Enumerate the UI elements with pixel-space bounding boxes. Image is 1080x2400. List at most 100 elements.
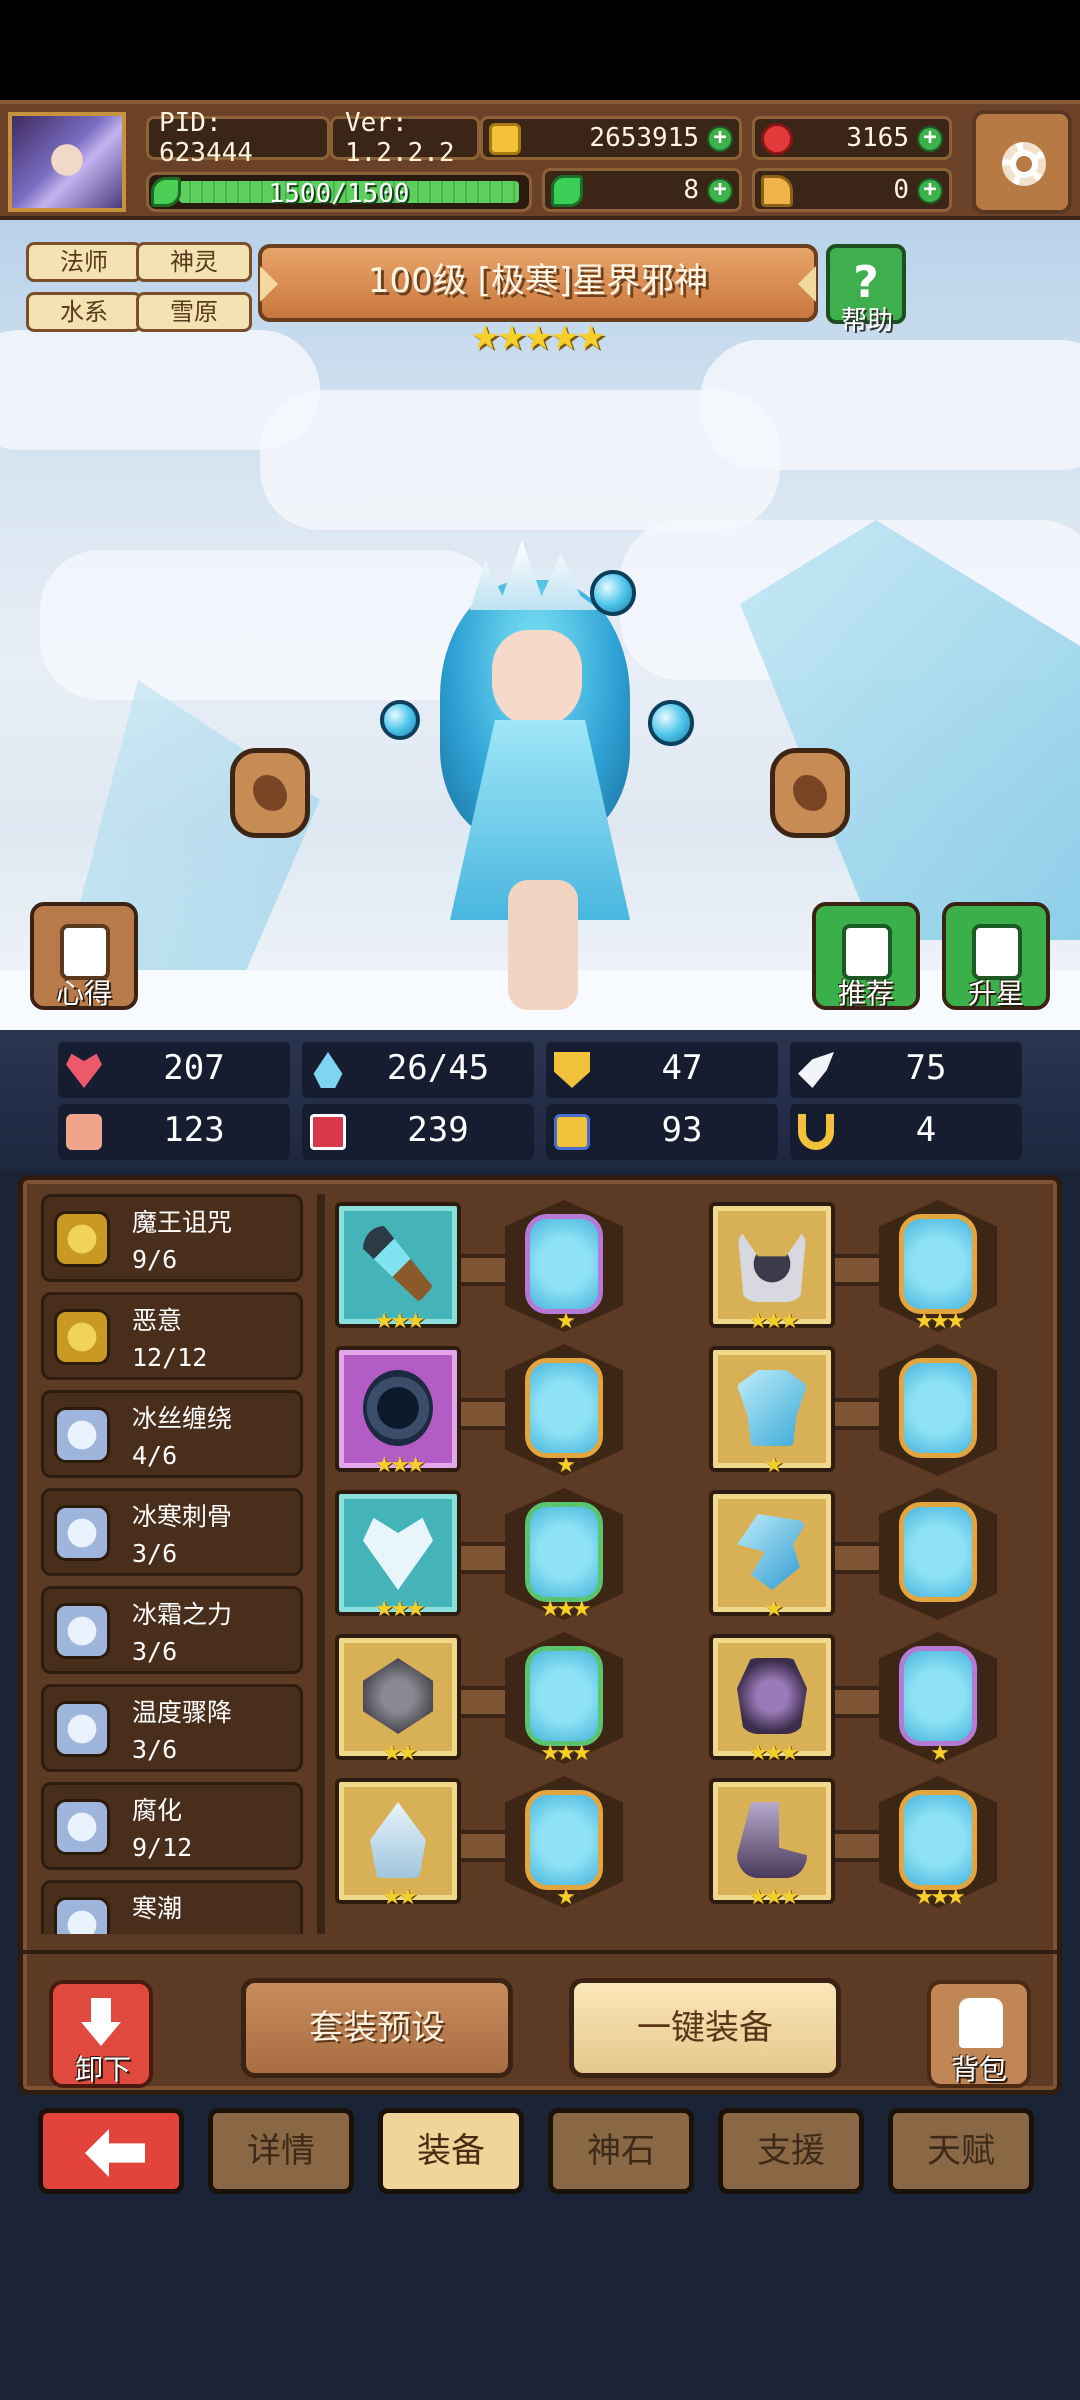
gem-slot[interactable] xyxy=(893,1354,983,1464)
slot-link xyxy=(461,1398,511,1430)
tab-support[interactable]: 支援 xyxy=(718,2108,864,2194)
stat-pickup-value: 4 xyxy=(915,1110,937,1150)
slot-link xyxy=(461,1686,511,1718)
horned-helm-icon xyxy=(737,1226,807,1302)
arrow-down-icon xyxy=(81,1998,121,2046)
hero-star-rating: ★★★★★ xyxy=(470,318,606,358)
back-button[interactable] xyxy=(38,2108,184,2194)
tab-godstone[interactable]: 神石 xyxy=(548,2108,694,2194)
list-item[interactable]: 恶意 12/12 xyxy=(41,1292,303,1380)
gem-slot[interactable]: ★ xyxy=(519,1210,609,1334)
slot-link xyxy=(835,1254,885,1286)
stat-mana-value: 26/45 xyxy=(386,1048,490,1088)
equip-all-button[interactable]: 一键装备 xyxy=(569,1978,841,2078)
gem-stars: ★★★ xyxy=(540,1741,591,1766)
list-item[interactable]: 冰霜之力 3/6 xyxy=(41,1586,303,1674)
dark-gauntlet-icon xyxy=(737,1658,807,1734)
tab-details[interactable]: 详情 xyxy=(208,2108,354,2194)
add-coins-button[interactable]: + xyxy=(707,126,733,152)
equipment-slot-ring[interactable]: ★★ xyxy=(335,1634,461,1766)
list-item[interactable]: 魔王诅咒 9/6 xyxy=(41,1194,303,1282)
snowflake-icon xyxy=(54,1407,110,1463)
boot-icon xyxy=(554,1114,590,1150)
item-stars: ★★★ xyxy=(748,1309,799,1334)
gem-stars: ★ xyxy=(556,1885,576,1910)
snowflake-icon xyxy=(54,1603,110,1659)
equipment-slot-offhand[interactable]: ★★★ xyxy=(335,1346,461,1478)
hero-showcase: 法师 神灵 水系 雪原 100级 [极寒]星界邪神 ★★★★★ ? 帮助 心得 … xyxy=(0,220,1080,1030)
equipment-slot-armor[interactable]: ★ xyxy=(709,1346,835,1478)
gem-stars: ★★★ xyxy=(540,1597,591,1622)
gear-icon xyxy=(1002,142,1046,186)
ice-gem-icon xyxy=(899,1214,977,1314)
gem-slot[interactable]: ★★★ xyxy=(519,1642,609,1766)
gem-stars: ★ xyxy=(556,1453,576,1478)
hero-legs xyxy=(508,880,578,1010)
ice-orb xyxy=(590,570,636,616)
stat-speed-value: 75 xyxy=(905,1048,947,1088)
list-item[interactable]: 腐化 9/12 xyxy=(41,1782,303,1870)
equipment-slot-gloves[interactable]: ★★★ xyxy=(709,1634,835,1766)
gem-slot[interactable]: ★★★ xyxy=(893,1210,983,1334)
stat-attack-value: 123 xyxy=(163,1110,225,1150)
rotate-right-button[interactable] xyxy=(770,748,850,838)
player-avatar[interactable] xyxy=(8,112,126,212)
tab-talent[interactable]: 天赋 xyxy=(888,2108,1034,2194)
list-item[interactable]: 温度骤降 3/6 xyxy=(41,1684,303,1772)
stat-defense: 47 xyxy=(546,1042,778,1098)
player-id: PID: 623444 xyxy=(146,108,330,168)
skill-progress: 12/12 xyxy=(132,1343,208,1372)
gem-stars: ★★★ xyxy=(914,1885,965,1910)
skill-name: 冰寒刺骨 xyxy=(132,1502,233,1531)
ice-gem-icon xyxy=(899,1646,977,1746)
gem-slot[interactable]: ★★★ xyxy=(519,1498,609,1622)
rotate-left-button[interactable] xyxy=(230,748,310,838)
equipment-slot-trinket[interactable]: ★★ xyxy=(335,1778,461,1910)
item-stars: ★★★ xyxy=(748,1885,799,1910)
add-rubies-button[interactable]: + xyxy=(917,126,943,152)
curse-icon xyxy=(54,1211,110,1267)
hero-face xyxy=(492,630,582,726)
equipment-slot-necklace[interactable]: ★★★ xyxy=(335,1490,461,1622)
help-label: 帮助 xyxy=(840,306,893,336)
status-bar xyxy=(0,0,1080,100)
equipment-slot-boots[interactable]: ★★★ xyxy=(709,1778,835,1910)
stamina-bar: 1500/1500 xyxy=(146,172,532,212)
list-item[interactable]: 冰丝缠绕 4/6 xyxy=(41,1390,303,1478)
unload-label: 卸下 xyxy=(74,2053,131,2086)
item-stars: ★★★ xyxy=(374,1597,425,1622)
clover-counter: 8 + xyxy=(542,168,742,212)
snowflake-icon xyxy=(54,1701,110,1757)
snowflake-icon xyxy=(54,1505,110,1561)
coin-amount: 2653915 xyxy=(589,123,699,153)
bag-label: 背包 xyxy=(950,2053,1007,2086)
add-boots-button[interactable]: + xyxy=(917,178,943,204)
set-preset-button[interactable]: 套装预设 xyxy=(241,1978,513,2078)
add-clovers-button[interactable]: + xyxy=(707,178,733,204)
boot-amount: 0 xyxy=(893,175,909,205)
tab-equipment[interactable]: 装备 xyxy=(378,2108,524,2194)
list-item[interactable]: 冰寒刺骨 3/6 xyxy=(41,1488,303,1576)
equipment-slot-helmet[interactable]: ★★★ xyxy=(709,1202,835,1334)
settings-button[interactable] xyxy=(972,110,1072,214)
ice-gem-icon xyxy=(899,1502,977,1602)
stone-ring-icon xyxy=(363,1658,433,1734)
item-stars: ★ xyxy=(764,1597,784,1622)
coin-icon xyxy=(489,123,521,155)
gem-slot[interactable]: ★★★ xyxy=(893,1786,983,1910)
gem-stars: ★★★ xyxy=(914,1309,965,1334)
gem-slot[interactable]: ★ xyxy=(893,1642,983,1766)
equipment-slot-cloak[interactable]: ★ xyxy=(709,1490,835,1622)
gem-slot[interactable] xyxy=(893,1498,983,1608)
clover-icon xyxy=(551,175,583,207)
list-item[interactable]: 寒潮 xyxy=(41,1880,303,1934)
skill-name: 魔王诅咒 xyxy=(132,1208,233,1237)
gem-slot[interactable]: ★ xyxy=(519,1786,609,1910)
equipment-slot-weapon[interactable]: ★★★ xyxy=(335,1202,461,1334)
hero-title: 100级 [极寒]星界邪神 xyxy=(258,244,818,322)
ice-gem-icon xyxy=(899,1358,977,1458)
back-arrow-icon xyxy=(85,2129,145,2177)
set-bonus-list[interactable]: 魔王诅咒 9/6 恶意 12/12 冰丝缠绕 4/6 冰寒刺骨 3/6 冰霜之力… xyxy=(41,1194,311,1934)
hero-stats-panel: 207 26/45 47 75 123 239 93 4 xyxy=(0,1030,1080,1170)
gem-slot[interactable]: ★ xyxy=(519,1354,609,1478)
